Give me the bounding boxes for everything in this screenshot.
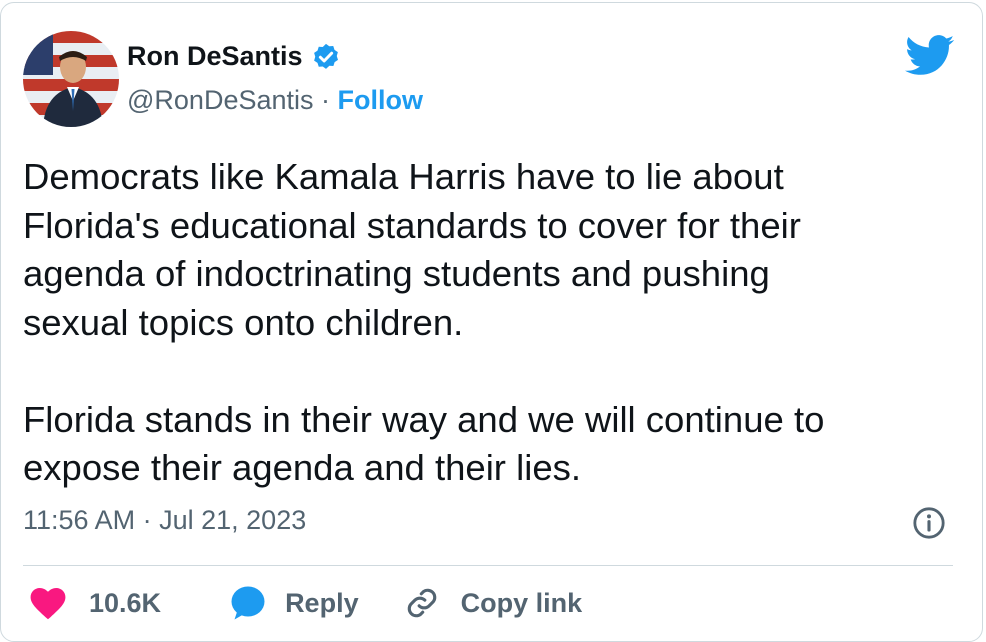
verified-badge-icon	[313, 43, 338, 69]
avatar-image	[23, 31, 119, 127]
action-bar: 10.6K Reply Copy link	[23, 585, 582, 621]
link-icon	[407, 588, 436, 618]
tweet-text: Democrats like Kamala Harris have to lie…	[23, 156, 825, 488]
divider	[23, 565, 953, 566]
meta-separator: ·	[142, 505, 152, 535]
heart-icon	[30, 587, 66, 620]
handle-row: @RonDeSantis · Follow	[127, 85, 423, 116]
author-handle[interactable]: @RonDeSantis	[127, 85, 314, 115]
copy-link-label: Copy link	[460, 587, 583, 618]
author-name[interactable]: Ron DeSantis	[127, 41, 341, 72]
handle-separator: ·	[321, 85, 331, 115]
like-button[interactable]: 10.6K	[23, 585, 161, 621]
author-name-text[interactable]: Ron DeSantis	[127, 41, 303, 72]
reply-label: Reply	[285, 587, 359, 618]
reply-bubble-icon	[231, 586, 265, 620]
tweet-card: Ron DeSantis @RonDeSantis · Follow Democ…	[0, 2, 983, 642]
follow-button[interactable]: Follow	[338, 85, 423, 115]
avatar[interactable]	[23, 31, 119, 127]
tweet-timestamp[interactable]: 11:56 AM · Jul 21, 2023	[23, 505, 306, 536]
copy-link-button[interactable]: Copy link	[359, 586, 583, 620]
twitter-bird-icon[interactable]	[905, 35, 955, 77]
reply-button[interactable]: Reply	[161, 585, 359, 621]
like-count: 10.6K	[89, 587, 162, 618]
tweet-time[interactable]: 11:56 AM	[23, 505, 135, 535]
tweet-date[interactable]: Jul 21, 2023	[159, 505, 306, 535]
info-icon[interactable]	[912, 506, 946, 540]
